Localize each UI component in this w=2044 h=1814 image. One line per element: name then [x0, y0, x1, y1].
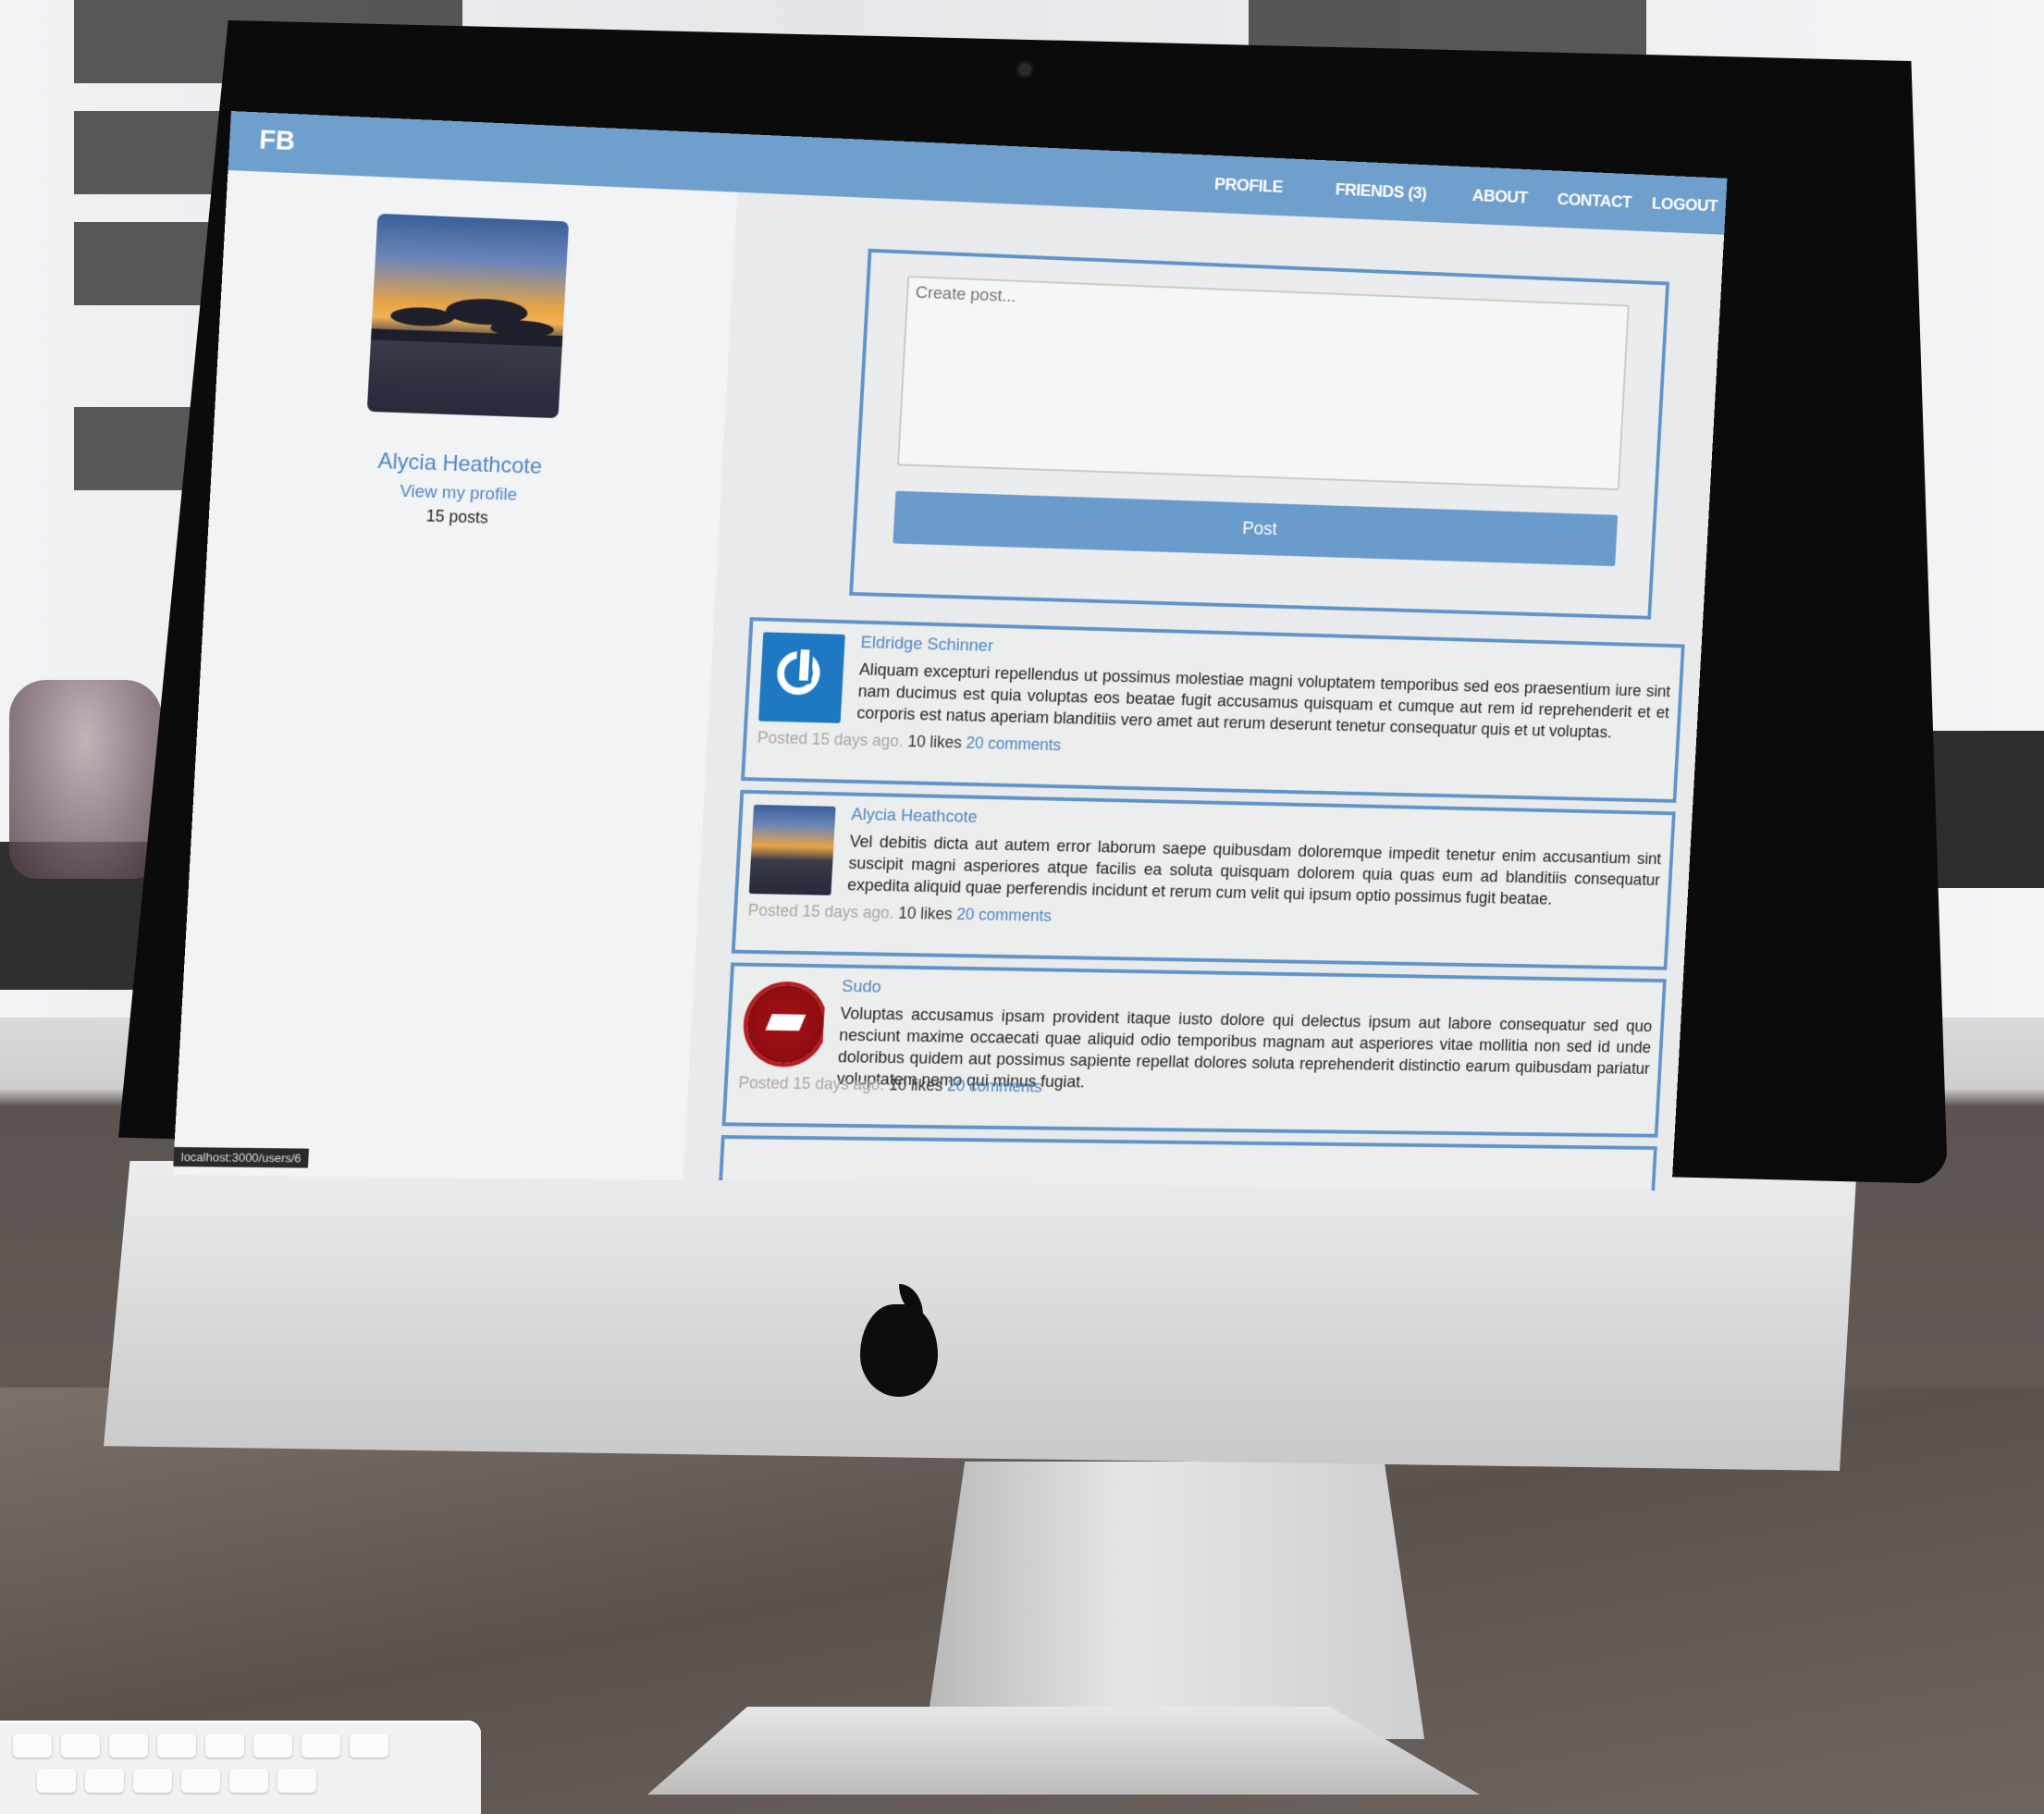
post-count: 15 posts	[361, 504, 553, 529]
profile-photo[interactable]	[367, 214, 569, 418]
post-button[interactable]: Post	[893, 491, 1618, 566]
nav-friends[interactable]: FRIENDS (3)	[1335, 180, 1427, 204]
post-card: Alycia Heathcote Vel debitis dicta aut a…	[732, 790, 1676, 970]
post-time: Posted 15 days ago.	[738, 1073, 885, 1093]
post-author[interactable]: Alycia Heathcote	[851, 805, 978, 828]
post-likes: 10 likes	[898, 904, 953, 923]
post-time: Posted 15 days ago.	[757, 728, 905, 750]
nav-contact[interactable]: CONTACT	[1557, 191, 1632, 214]
post-comments-link[interactable]: 20 comments	[966, 734, 1062, 754]
post-card: Sudo Voluptas accusamus ipsam provident …	[722, 962, 1667, 1137]
create-post-input[interactable]	[897, 276, 1630, 490]
browser-viewport: FB PROFILE FRIENDS (3) ABOUT CONTACT LOG…	[173, 111, 1728, 1191]
post-meta: Posted 15 days ago. 10 likes 20 comments	[738, 1073, 1042, 1096]
create-post-card: Post	[849, 249, 1669, 620]
sunset-photo-avatar[interactable]	[749, 805, 836, 895]
post-likes: 10 likes	[889, 1076, 943, 1094]
nav-about[interactable]: ABOUT	[1471, 187, 1528, 209]
power-icon[interactable]	[758, 632, 845, 722]
feed-column: Post Eldridge Schinner Aliquam excepturi…	[683, 192, 1725, 1191]
post-comments-link[interactable]: 20 comments	[956, 905, 1053, 924]
brand-logo[interactable]: FB	[258, 125, 295, 157]
post-likes: 10 likes	[907, 733, 962, 752]
graduation-seal-icon[interactable]	[740, 977, 827, 1067]
status-bar-url: localhost:3000/users/6	[173, 1147, 309, 1168]
profile-sidebar: Alycia Heathcote View my profile 15 post…	[173, 170, 738, 1180]
post-author[interactable]: Eldridge Schinner	[860, 633, 993, 657]
post-comments-link[interactable]: 20 comments	[947, 1077, 1043, 1096]
post-body: Aliquam excepturi repellendus ut possimu…	[856, 659, 1671, 745]
post-author[interactable]: Sudo	[842, 977, 882, 997]
post-body: Vel debitis dicta aut autem error laboru…	[847, 831, 1662, 912]
nav-logout[interactable]: LOGOUT	[1651, 194, 1718, 216]
profile-name[interactable]: Alycia Heathcote	[363, 449, 556, 481]
post-card: Eldridge Schinner Aliquam excepturi repe…	[741, 617, 1685, 803]
post-card	[719, 1135, 1657, 1191]
post-time: Posted 15 days ago.	[747, 901, 894, 922]
view-profile-link[interactable]: View my profile	[362, 480, 554, 507]
nav-profile[interactable]: PROFILE	[1214, 175, 1284, 198]
post-meta: Posted 15 days ago. 10 likes 20 comments	[757, 728, 1061, 755]
post-meta: Posted 15 days ago. 10 likes 20 comments	[747, 901, 1052, 926]
